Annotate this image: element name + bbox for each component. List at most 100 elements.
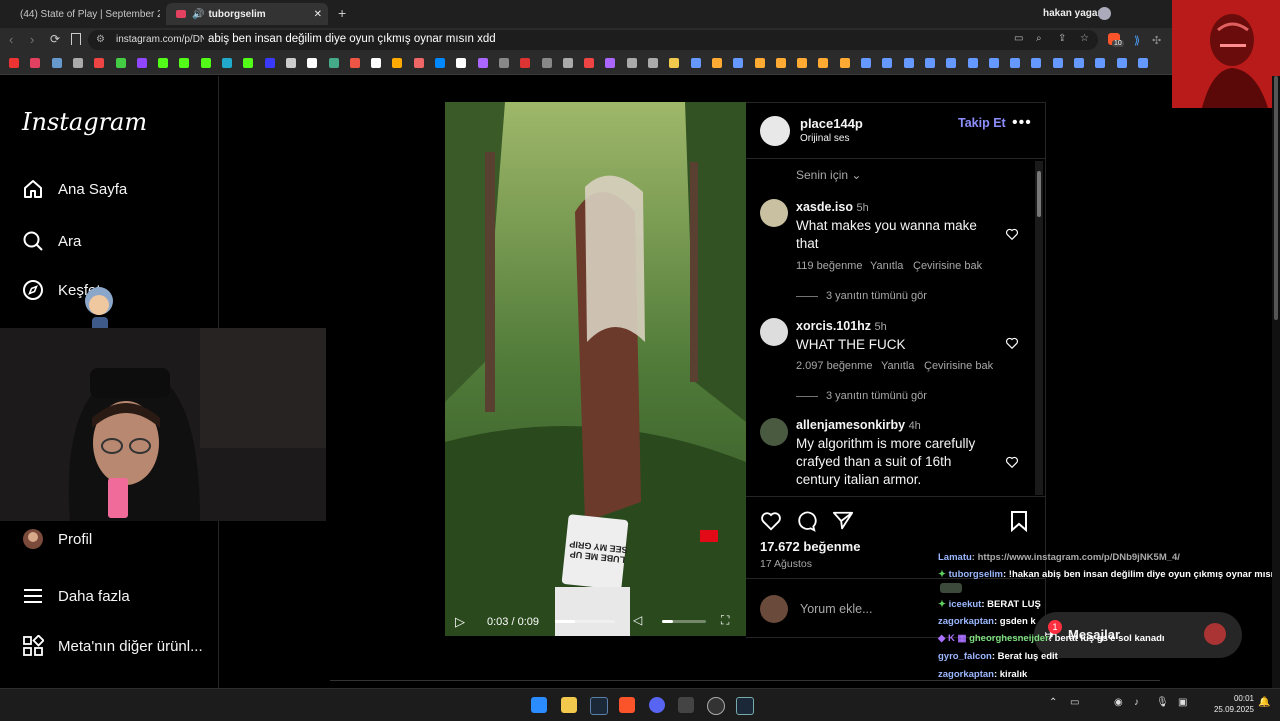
profile-name[interactable]: hakan yagar — [1043, 8, 1101, 19]
sort-dropdown[interactable]: Senin için ⌄ — [796, 168, 861, 182]
scroll-thumb[interactable] — [1037, 171, 1041, 217]
view-replies[interactable]: 3 yanıtın tümünü gör — [826, 390, 927, 402]
forward-icon[interactable]: › — [30, 32, 34, 47]
bookmark-favicon-icon[interactable] — [179, 58, 190, 68]
tray-chevron-icon[interactable]: ⌃ — [1049, 697, 1057, 708]
browser-tab-active[interactable]: 🔊 tuborgselim ✕ — [166, 3, 328, 25]
page-scrollbar[interactable] — [1272, 76, 1280, 688]
bookmark-favicon-icon[interactable] — [754, 58, 765, 68]
share-icon[interactable] — [832, 510, 854, 537]
bookmark-favicon-icon[interactable] — [520, 58, 531, 68]
reel-video[interactable]: LUBE ME UP SEE MY GRIP ▷ 0:03 / 0:09 ◁ ⛶ — [445, 102, 746, 636]
bookmark-favicon-icon[interactable] — [1074, 58, 1084, 68]
likes-count[interactable]: 17.672 beğenme — [760, 539, 860, 554]
site-info-icon[interactable]: ⚙ — [96, 34, 105, 45]
bookmark-favicon-icon[interactable] — [158, 58, 169, 68]
bookmark-favicon-icon[interactable] — [1052, 58, 1063, 68]
reply-button[interactable]: Yanıtla — [881, 360, 914, 372]
share-icon[interactable]: ⇪ — [1058, 33, 1066, 44]
bookmark-favicon-icon[interactable] — [626, 58, 637, 68]
comment-user[interactable]: allenjamesonkirby — [796, 418, 905, 432]
bookmark-favicon-icon[interactable] — [349, 58, 360, 68]
bookmark-favicon-icon[interactable] — [392, 58, 403, 68]
nav-profile[interactable]: Profil — [22, 528, 92, 550]
nav-more[interactable]: Daha fazla — [22, 585, 130, 607]
save-icon[interactable] — [1009, 510, 1029, 537]
fullscreen-icon[interactable]: ⛶ — [721, 613, 729, 628]
author-username[interactable]: place144p — [800, 116, 863, 131]
steam-icon[interactable] — [590, 697, 608, 715]
app-icon[interactable] — [707, 697, 725, 715]
bookmark-icon[interactable] — [71, 33, 81, 45]
bookmark-favicon-icon[interactable] — [882, 58, 893, 68]
steam-icon[interactable] — [736, 697, 754, 715]
bookmark-favicon-icon[interactable] — [285, 58, 296, 68]
bookmark-favicon-icon[interactable] — [775, 58, 786, 68]
nav-search[interactable]: Ara — [22, 230, 81, 252]
tray-battery-icon[interactable]: ▭ — [1070, 697, 1079, 708]
nav-meta-products[interactable]: Meta'nın diğer ürünl... — [22, 635, 203, 657]
bookmark-favicon-icon[interactable] — [264, 58, 275, 68]
back-icon[interactable]: ‹ — [9, 32, 13, 47]
bookmark-favicon-icon[interactable] — [72, 58, 83, 68]
commenter-avatar[interactable] — [760, 318, 788, 346]
app-icon[interactable] — [678, 697, 694, 713]
bookmark-favicon-icon[interactable] — [328, 58, 339, 68]
commenter-avatar[interactable] — [760, 418, 788, 446]
clock-time[interactable]: 00:01 — [1216, 694, 1254, 703]
volume-slider[interactable] — [662, 620, 706, 623]
bookmark-favicon-icon[interactable] — [456, 58, 467, 68]
brave-icon[interactable] — [619, 697, 635, 713]
bookmark-favicon-icon[interactable] — [1031, 58, 1042, 68]
new-tab-button[interactable]: + — [338, 5, 346, 21]
bookmark-favicon-icon[interactable] — [669, 58, 680, 68]
close-tab-icon[interactable]: ✕ — [314, 9, 322, 20]
discord-icon[interactable] — [649, 697, 665, 713]
progress-bar[interactable] — [555, 620, 615, 623]
screen-icon[interactable]: ▭ — [1014, 33, 1023, 44]
bookmark-favicon-icon[interactable] — [115, 58, 126, 68]
like-heart-icon[interactable] — [760, 510, 782, 537]
tray-mic-icon[interactable]: 🎙 — [1156, 697, 1169, 708]
tray-network-icon[interactable]: ▣ — [1178, 697, 1187, 708]
notification-icon[interactable]: 🔔 — [1258, 697, 1270, 708]
start-icon[interactable] — [531, 697, 547, 713]
more-options-icon[interactable]: ••• — [1012, 114, 1032, 132]
bookmark-favicon-icon[interactable] — [733, 58, 744, 68]
bookmark-favicon-icon[interactable] — [9, 58, 19, 68]
bookmark-favicon-icon[interactable] — [94, 58, 105, 68]
reply-button[interactable]: Yanıtla — [870, 260, 903, 272]
bookmark-favicon-icon[interactable] — [562, 58, 573, 68]
comment-user[interactable]: xasde.iso — [796, 200, 853, 214]
bookmark-favicon-icon[interactable] — [711, 58, 722, 68]
puzzle-icon[interactable]: ✣ — [1152, 34, 1161, 47]
bookmark-favicon-icon[interactable] — [988, 58, 999, 68]
bookmark-favicon-icon[interactable] — [1095, 58, 1106, 68]
tray-volume-icon[interactable]: ♪ — [1134, 697, 1139, 708]
bookmark-favicon-icon[interactable] — [1010, 58, 1021, 68]
bookmark-favicon-icon[interactable] — [1137, 58, 1148, 68]
bookmark-favicon-icon[interactable] — [839, 58, 850, 68]
bookmark-favicon-icon[interactable] — [541, 58, 552, 68]
bookmark-favicon-icon[interactable] — [584, 58, 595, 68]
star-icon[interactable]: ☆ — [1080, 33, 1089, 44]
file-explorer-icon[interactable] — [561, 697, 577, 713]
bookmark-favicon-icon[interactable] — [1116, 58, 1127, 68]
bookmark-favicon-icon[interactable] — [435, 58, 445, 68]
follow-button[interactable]: Takip Et — [958, 116, 1006, 130]
bookmark-favicon-icon[interactable] — [605, 58, 616, 68]
profile-avatar[interactable] — [1098, 7, 1111, 20]
bookmark-favicon-icon[interactable] — [967, 58, 978, 68]
bookmark-favicon-icon[interactable] — [136, 58, 147, 68]
commenter-avatar[interactable] — [760, 199, 788, 227]
clock-date[interactable]: 25.09.2025 — [1210, 705, 1254, 714]
bookmark-favicon-icon[interactable] — [307, 58, 318, 68]
tray-steam-icon[interactable]: ◉ — [1114, 697, 1123, 708]
bookmark-favicon-icon[interactable] — [498, 58, 509, 68]
bookmark-favicon-icon[interactable] — [413, 58, 424, 68]
comment-likes[interactable]: 119 beğenme — [796, 260, 862, 272]
translate-button[interactable]: Çevirisine bak — [913, 260, 982, 272]
bookmark-favicon-icon[interactable] — [903, 58, 914, 68]
page-scroll-thumb[interactable] — [1274, 76, 1278, 320]
bookmark-favicon-icon[interactable] — [222, 58, 232, 68]
